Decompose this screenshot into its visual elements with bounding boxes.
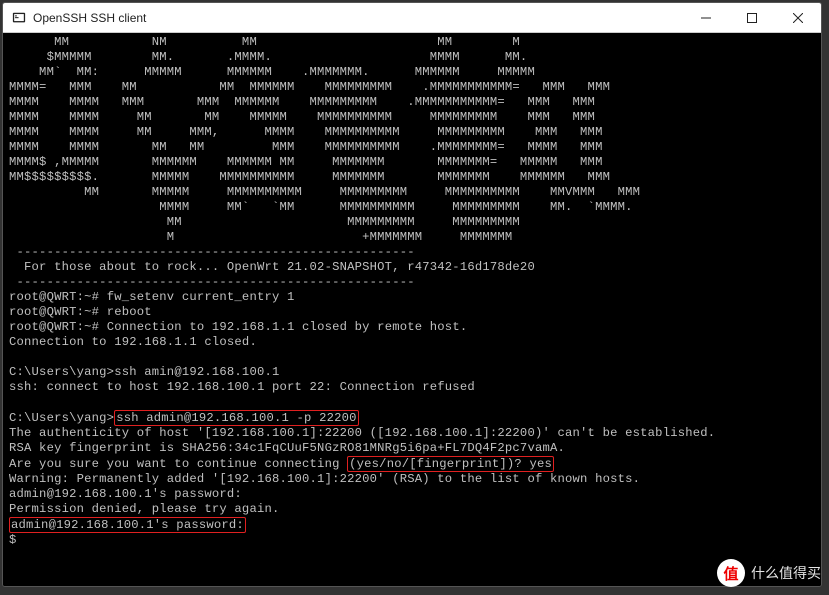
divider-line: ----------------------------------------… — [9, 275, 415, 289]
terminal-output[interactable]: MM NM MM MM M $MMMMM MM. .MMMM. MMMM MM.… — [3, 33, 821, 586]
banner-line: MM MMMMM MMMMMMMMMM MMMMMMMMM MMMMMMMMMM… — [9, 185, 640, 199]
watermark-badge-icon: 值 — [717, 559, 745, 587]
command-text: fw_setenv current_entry 1 — [107, 290, 295, 304]
output-line: Permission denied, please try again. — [9, 502, 280, 516]
cursor: $ — [9, 533, 17, 547]
divider-line: ----------------------------------------… — [9, 245, 415, 259]
output-line: RSA key fingerprint is SHA256:34c1FqCUuF… — [9, 441, 565, 455]
prompt: root@QWRT:~# — [9, 305, 107, 319]
banner-line: MM MMMMMMMMM MMMMMMMMM — [9, 215, 520, 229]
motd-line: For those about to rock... OpenWrt 21.02… — [9, 260, 535, 274]
banner-line: MM NM MM MM M — [9, 35, 520, 49]
watermark: 值 什么值得买 — [717, 559, 821, 587]
command-text: ssh amin@192.168.100.1 — [114, 365, 279, 379]
output-line: Connection to 192.168.1.1 closed by remo… — [107, 320, 468, 334]
banner-line: MMMM MMMM MM MM MMMMM MMMMMMMMMM MMMMMMM… — [9, 110, 595, 124]
banner-line: MMMM= MMM MM MM MMMMMM MMMMMMMMM .MMMMMM… — [9, 80, 610, 94]
output-line: Are you sure you want to continue connec… — [9, 457, 347, 471]
prompt: C:\Users\yang> — [9, 365, 114, 379]
prompt: C:\Users\yang> — [9, 411, 114, 425]
app-window: OpenSSH SSH client MM NM MM MM M $MMMMM … — [2, 2, 822, 587]
minimize-button[interactable] — [683, 3, 729, 32]
banner-line: MM` MM: MMMMM MMMMMM .MMMMMMM. MMMMMM MM… — [9, 65, 535, 79]
banner-line: MMMM MM` `MM MMMMMMMMMM MMMMMMMMM MM. `M… — [9, 200, 633, 214]
highlighted-answer: (yes/no/[fingerprint])? yes — [347, 456, 554, 472]
output-line: Warning: Permanently added '[192.168.100… — [9, 472, 640, 486]
command-text: reboot — [107, 305, 152, 319]
app-icon — [11, 10, 27, 26]
banner-line: $MMMMM MM. .MMMM. MMMM MM. — [9, 50, 527, 64]
prompt: root@QWRT:~# — [9, 320, 107, 334]
banner-line: MMMM$ ,MMMMM MMMMMM MMMMMM MM MMMMMMM MM… — [9, 155, 603, 169]
close-button[interactable] — [775, 3, 821, 32]
titlebar-left: OpenSSH SSH client — [11, 10, 146, 26]
banner-line: M +MMMMMMM MMMMMMM — [9, 230, 512, 244]
banner-line: MMMM MMMM MM MMM, MMMM MMMMMMMMMM MMMMMM… — [9, 125, 603, 139]
window-title: OpenSSH SSH client — [33, 11, 146, 25]
output-line: ssh: connect to host 192.168.100.1 port … — [9, 380, 475, 394]
maximize-button[interactable] — [729, 3, 775, 32]
titlebar[interactable]: OpenSSH SSH client — [3, 3, 821, 33]
output-line: Connection to 192.168.1.1 closed. — [9, 335, 257, 349]
highlighted-password-prompt: admin@192.168.100.1's password: — [9, 517, 246, 533]
output-line: admin@192.168.100.1's password: — [9, 487, 242, 501]
banner-line: MM$$$$$$$$$. MMMMM MMMMMMMMMM MMMMMMM MM… — [9, 170, 610, 184]
banner-line: MMMM MMMM MM MM MMM MMMMMMMMMM .MMMMMMMM… — [9, 140, 603, 154]
output-line: The authenticity of host '[192.168.100.1… — [9, 426, 715, 440]
prompt: root@QWRT:~# — [9, 290, 107, 304]
highlighted-command: ssh admin@192.168.100.1 -p 22200 — [114, 410, 358, 426]
watermark-text: 什么值得买 — [751, 563, 821, 583]
banner-line: MMMM MMMM MMM MMM MMMMMM MMMMMMMMM .MMMM… — [9, 95, 595, 109]
window-controls — [683, 3, 821, 32]
